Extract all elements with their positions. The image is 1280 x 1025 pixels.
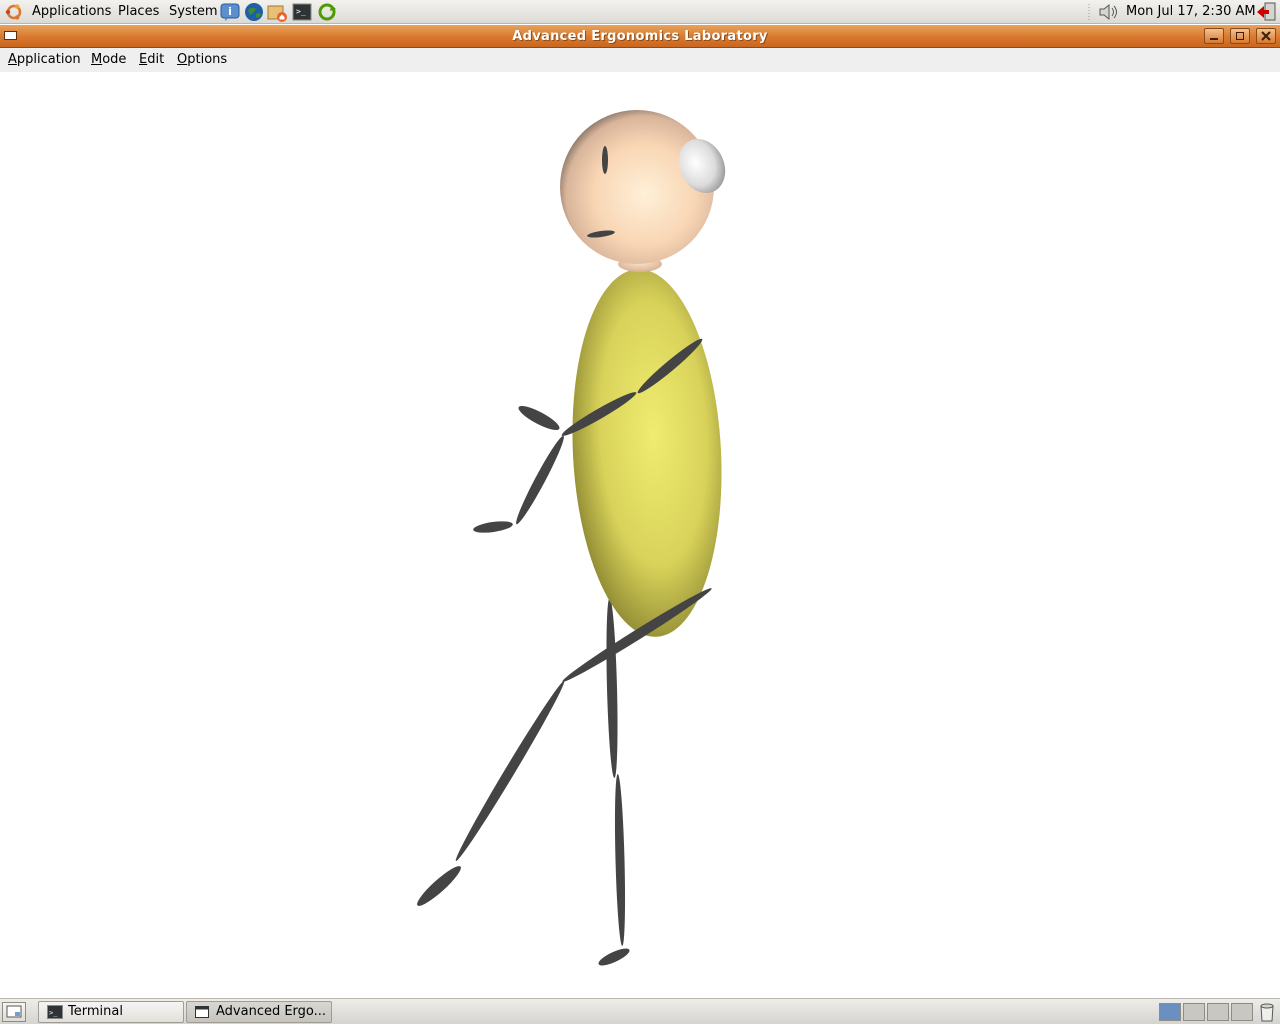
workspace-2[interactable] — [1183, 1003, 1205, 1021]
svg-text:>_: >_ — [296, 7, 306, 16]
eye — [602, 146, 608, 174]
task-terminal-label: Terminal — [68, 1004, 123, 1019]
bottom-panel: >_ Terminal Advanced Ergo... — [0, 998, 1280, 1024]
places-menu[interactable]: Places — [118, 3, 159, 21]
trash-icon[interactable] — [1258, 1002, 1276, 1022]
close-icon — [1261, 31, 1271, 41]
window-titlebar[interactable]: Advanced Ergonomics Laboratory — [0, 25, 1280, 48]
workspace-4[interactable] — [1231, 1003, 1253, 1021]
terminal-task-icon: >_ — [47, 1005, 63, 1019]
right-thigh — [606, 598, 618, 778]
close-button[interactable] — [1256, 28, 1276, 44]
show-desktop-button[interactable] — [2, 1002, 26, 1022]
workspace-1[interactable] — [1159, 1003, 1181, 1021]
left-forearm — [516, 435, 564, 525]
menu-options-mnemonic: O — [177, 52, 188, 67]
volume-icon[interactable] — [1098, 3, 1120, 21]
menu-edit[interactable]: Edit — [139, 51, 164, 69]
menu-mode-label: ode — [102, 52, 127, 67]
task-advanced-ergo-label: Advanced Ergo... — [216, 1004, 327, 1019]
window-title: Advanced Ergonomics Laboratory — [512, 29, 768, 44]
ubuntu-logo-icon[interactable] — [5, 3, 23, 21]
help-icon[interactable]: i — [220, 2, 240, 22]
maximize-icon — [1236, 32, 1244, 40]
human-figure-model[interactable] — [0, 72, 1280, 998]
logout-icon[interactable] — [1256, 2, 1278, 22]
left-upper-arm — [518, 405, 560, 431]
show-desktop-icon — [6, 1005, 22, 1018]
menu-options[interactable]: Options — [177, 51, 227, 69]
update-icon[interactable] — [317, 2, 337, 22]
menu-options-label: ptions — [187, 52, 228, 67]
system-menu[interactable]: System — [169, 3, 217, 21]
task-advanced-ergo[interactable]: Advanced Ergo... — [186, 1001, 332, 1023]
head — [560, 110, 714, 264]
web-browser-icon[interactable] — [244, 2, 264, 22]
menu-mode-mnemonic: M — [91, 52, 103, 67]
left-hand — [473, 521, 513, 533]
left-shin — [455, 680, 565, 862]
menu-application-label: pplication — [16, 52, 81, 67]
maximize-button[interactable] — [1230, 28, 1250, 44]
menu-application-mnemonic: A — [8, 52, 17, 67]
menu-edit-mnemonic: E — [139, 52, 148, 67]
applications-menu[interactable]: Applications — [32, 3, 111, 21]
window-task-icon — [195, 1006, 209, 1018]
svg-text:>_: >_ — [49, 1009, 58, 1017]
minimize-button[interactable] — [1204, 28, 1224, 44]
home-folder-icon[interactable] — [267, 2, 287, 22]
minimize-icon — [1210, 38, 1218, 40]
right-foot — [598, 948, 630, 966]
right-shin — [614, 774, 626, 946]
menu-mode[interactable]: Mode — [91, 51, 126, 69]
torso — [572, 269, 722, 637]
clock[interactable]: Mon Jul 17, 2:30 AM — [1126, 3, 1256, 21]
panel-separator — [1088, 4, 1090, 20]
top-panel: Applications Places System i >_ Mon Jul … — [0, 0, 1280, 24]
terminal-icon[interactable]: >_ — [292, 2, 312, 22]
3d-viewport[interactable] — [0, 72, 1280, 998]
left-foot — [417, 866, 461, 906]
menu-application[interactable]: Application — [8, 51, 81, 69]
menu-edit-label: dit — [147, 52, 165, 67]
svg-text:i: i — [228, 5, 232, 18]
menubar: Application Mode Edit Options — [0, 48, 1280, 72]
workspace-3[interactable] — [1207, 1003, 1229, 1021]
task-terminal[interactable]: >_ Terminal — [38, 1001, 184, 1023]
